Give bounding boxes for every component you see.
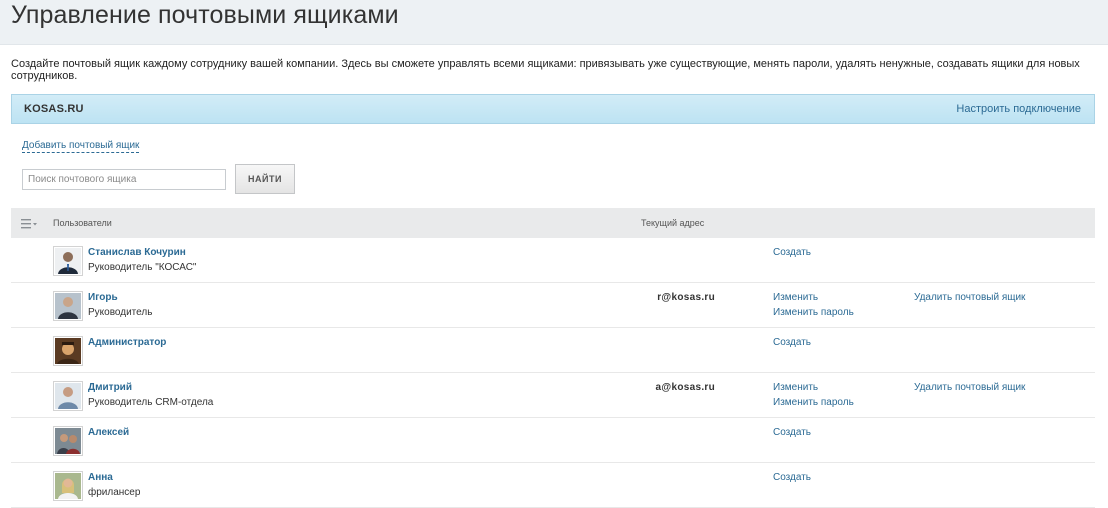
user-name-link[interactable]: Дмитрий — [88, 382, 132, 393]
user-name-link[interactable]: Станислав Кочурин — [88, 247, 186, 258]
add-mailbox-link[interactable]: Добавить почтовый ящик — [22, 140, 140, 153]
user-position: Руководитель CRM-отдела — [88, 397, 214, 408]
user-name-link[interactable]: Игорь — [88, 292, 118, 303]
table-row: Станислав Кочурин Руководитель "КОСАС" С… — [11, 238, 1095, 283]
table-row: Игорь Руководитель r@kosas.ru Изменить И… — [11, 283, 1095, 328]
user-name-link[interactable]: Алексей — [88, 427, 129, 438]
find-button[interactable]: НАЙТИ — [235, 164, 295, 194]
configure-connection-link[interactable]: Настроить подключение — [956, 103, 1081, 115]
change-password-link[interactable]: Изменить пароль — [773, 307, 854, 318]
current-address: a@kosas.ru — [655, 382, 715, 393]
delete-mailbox-link[interactable]: Удалить почтовый ящик — [914, 382, 1025, 393]
user-position: Руководитель — [88, 307, 153, 318]
table-header: Пользователи Текущий адрес — [11, 208, 1095, 238]
list-menu-icon[interactable] — [21, 217, 39, 229]
column-header-users: Пользователи — [53, 218, 112, 228]
user-name-link[interactable]: Анна — [88, 472, 113, 483]
table-row: Дмитрий Руководитель CRM-отдела a@kosas.… — [11, 373, 1095, 418]
user-photo-icon — [53, 291, 83, 321]
create-mailbox-link[interactable]: Создать — [773, 427, 811, 438]
current-address: r@kosas.ru — [657, 292, 715, 303]
mailbox-search-input[interactable] — [22, 169, 226, 190]
domain-bar: KOSAS.RU Настроить подключение — [11, 94, 1095, 124]
user-photo-icon — [53, 381, 83, 411]
table-row: Администратор Создать — [11, 328, 1095, 373]
table-row: Алексей Создать — [11, 418, 1095, 463]
create-mailbox-link[interactable]: Создать — [773, 247, 811, 258]
user-name-link[interactable]: Администратор — [88, 337, 166, 348]
user-photo-icon — [53, 336, 83, 366]
delete-mailbox-link[interactable]: Удалить почтовый ящик — [914, 292, 1025, 303]
user-photo-icon — [53, 471, 83, 501]
edit-mailbox-link[interactable]: Изменить — [773, 292, 818, 303]
create-mailbox-link[interactable]: Создать — [773, 337, 811, 348]
page-description: Создайте почтовый ящик каждому сотрудник… — [11, 58, 1080, 82]
user-photo-icon — [53, 246, 83, 276]
user-photo-icon — [53, 426, 83, 456]
domain-name: KOSAS.RU — [24, 103, 84, 115]
table-row: Анна фрилансер Создать — [11, 463, 1095, 508]
page-title: Управление почтовыми ящиками — [11, 1, 399, 29]
user-position: Руководитель "КОСАС" — [88, 262, 197, 273]
top-bar: Управление почтовыми ящиками — [0, 0, 1108, 45]
change-password-link[interactable]: Изменить пароль — [773, 397, 854, 408]
create-mailbox-link[interactable]: Создать — [773, 472, 811, 483]
column-header-address: Текущий адрес — [641, 218, 705, 228]
user-position: фрилансер — [88, 487, 141, 498]
edit-mailbox-link[interactable]: Изменить — [773, 382, 818, 393]
